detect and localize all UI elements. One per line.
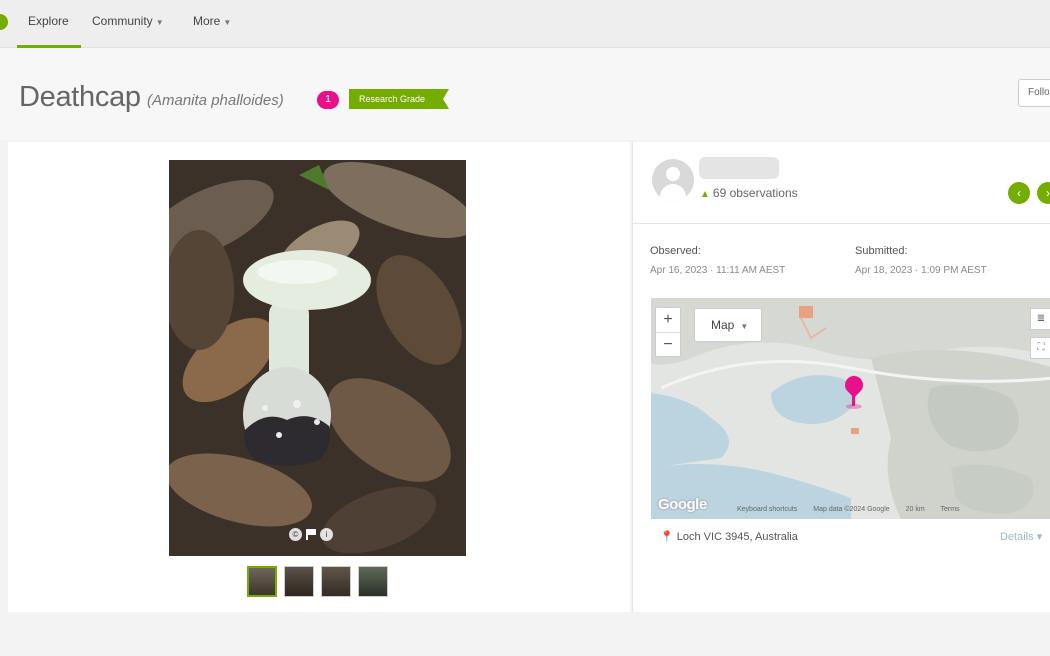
- layers-icon: ≣: [1036, 313, 1046, 324]
- username-blurred[interactable]: [699, 157, 779, 179]
- details-label: Details: [1000, 531, 1034, 543]
- submitted-date: Apr 18, 2023 · 1:09 PM AEST: [855, 265, 987, 276]
- keyboard-shortcuts-link[interactable]: Keyboard shortcuts: [737, 506, 797, 513]
- chevron-down-icon: ▾: [1036, 531, 1043, 543]
- copyright-icon[interactable]: ©: [289, 528, 302, 541]
- nav-explore[interactable]: Explore: [28, 14, 69, 28]
- scientific-name[interactable]: (Amanita phalloides): [147, 92, 284, 109]
- map-type-label: Map: [711, 318, 735, 332]
- count-badge[interactable]: 1: [317, 91, 339, 109]
- location-text: Loch VIC 3945, Australia: [676, 531, 798, 543]
- nav-community-label: Community: [92, 14, 153, 28]
- binoculars-icon: ▲: [700, 189, 710, 200]
- nav-explore-label: Explore: [28, 14, 69, 28]
- fullscreen-icon: ⛶: [1037, 342, 1045, 353]
- photo-toolbar: © i: [289, 528, 333, 541]
- map-scale: 20 km: [905, 506, 925, 513]
- zoom-control: + −: [655, 307, 681, 357]
- chevron-left-icon: ‹: [1017, 186, 1021, 200]
- terms-link[interactable]: Terms: [941, 506, 960, 513]
- photo-thumbnails: [247, 566, 388, 597]
- zoom-in-button[interactable]: +: [656, 308, 680, 332]
- zoom-out-button[interactable]: −: [656, 332, 680, 356]
- top-nav: Explore Community ▼ More ▼: [0, 0, 1050, 48]
- layers-button[interactable]: ≣: [1030, 308, 1050, 330]
- observations-count[interactable]: ▲ 69 observations: [700, 186, 798, 200]
- page-bottom: [0, 614, 1050, 656]
- logo-icon[interactable]: [0, 14, 8, 30]
- observed-label: Observed:: [650, 245, 701, 257]
- fullscreen-button[interactable]: ⛶: [1030, 337, 1050, 359]
- divider: [633, 223, 1050, 224]
- map-data-attribution: Map data ©2024 Google: [813, 506, 890, 513]
- map-marker-icon: 📍: [660, 531, 674, 543]
- mushroom-photo-image: [169, 160, 466, 556]
- location-line: 📍 Loch VIC 3945, Australia: [660, 530, 798, 543]
- chevron-down-icon: ▼: [155, 18, 164, 27]
- nav-more[interactable]: More ▼: [193, 14, 231, 28]
- chevron-down-icon: ▼: [740, 322, 749, 331]
- title-row: Deathcap (Amanita phalloides) 1 Research…: [0, 48, 1050, 140]
- details-link[interactable]: Details ▾: [1000, 530, 1042, 543]
- observation-photo[interactable]: [169, 160, 466, 556]
- page-title: Deathcap: [19, 81, 141, 113]
- avatar[interactable]: [652, 159, 694, 201]
- thumbnail-3[interactable]: [321, 566, 351, 597]
- google-logo[interactable]: Google: [658, 496, 707, 513]
- research-grade-badge: Research Grade: [349, 89, 449, 109]
- submitted-label: Submitted:: [855, 245, 908, 257]
- thumbnail-2[interactable]: [284, 566, 314, 597]
- observed-date: Apr 16, 2023 · 11:11 AM AEST: [650, 265, 786, 276]
- map-type-select[interactable]: Map ▼: [694, 308, 762, 342]
- thumbnail-4[interactable]: [358, 566, 388, 597]
- chevron-down-icon: ▼: [223, 18, 232, 27]
- chevron-right-icon: ›: [1046, 186, 1050, 200]
- previous-observation-button[interactable]: ‹: [1008, 182, 1030, 204]
- info-icon[interactable]: i: [320, 528, 333, 541]
- map-footer: Keyboard shortcuts Map data ©2024 Google…: [737, 506, 974, 513]
- nav-community[interactable]: Community ▼: [92, 14, 164, 28]
- thumbnail-1[interactable]: [247, 566, 277, 597]
- observations-count-label: 69 observations: [712, 186, 798, 200]
- flag-icon[interactable]: [306, 529, 316, 540]
- nav-more-label: More: [193, 14, 221, 28]
- follow-button[interactable]: Follo: [1018, 79, 1050, 107]
